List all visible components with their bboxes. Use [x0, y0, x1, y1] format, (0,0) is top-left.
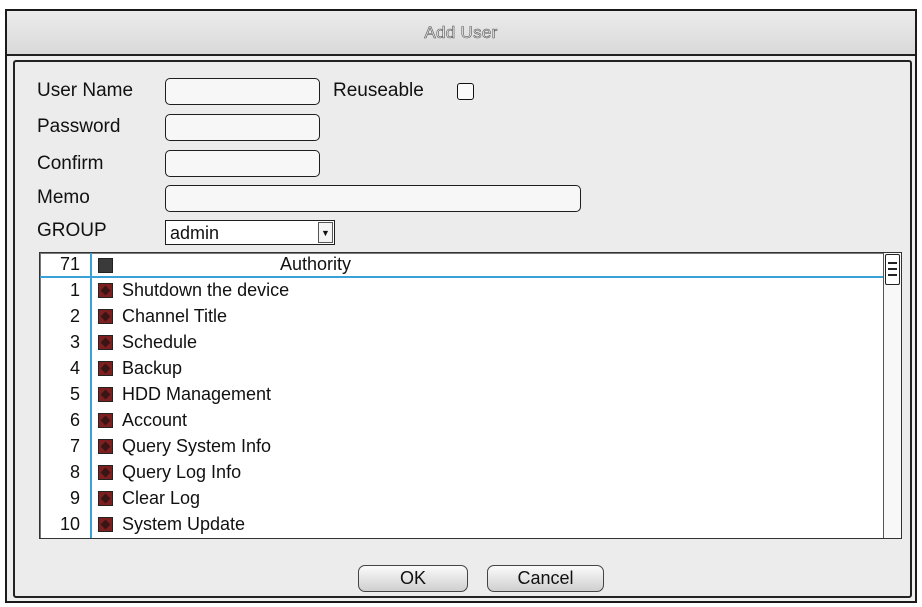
authority-label: Channel Title [122, 306, 228, 326]
scrollbar-thumb[interactable] [885, 254, 900, 285]
list-item[interactable]: 3 Schedule [40, 329, 884, 355]
group-select[interactable]: admin ▼ [165, 220, 335, 245]
list-item[interactable]: 5 HDD Management [40, 381, 884, 407]
row-number: 5 [69, 384, 80, 404]
authority-checkbox[interactable] [98, 361, 113, 376]
row-number: 1 [69, 280, 80, 300]
dialog-title: Add User [7, 11, 915, 56]
authority-column-header: Authority [280, 254, 352, 274]
row-number: 10 [59, 514, 80, 534]
authority-label: Account [122, 410, 188, 430]
user-name-label: User Name [37, 80, 134, 101]
list-item[interactable]: 1 Shutdown the device [40, 277, 884, 303]
list-item[interactable]: 4 Backup [40, 355, 884, 381]
authority-checkbox[interactable] [98, 439, 113, 454]
authority-label: Query Log Info [122, 462, 242, 482]
list-item[interactable]: 9 Clear Log [40, 485, 884, 511]
confirm-password-input[interactable] [165, 150, 320, 177]
reuseable-label: Reuseable [333, 80, 424, 101]
authority-checkbox[interactable] [98, 491, 113, 506]
authority-list-header: 71 Authority [40, 253, 884, 278]
authority-checkbox[interactable] [98, 309, 113, 324]
memo-label: Memo [37, 187, 90, 208]
add-user-dialog: Add User User Name Reuseable Password Co… [5, 9, 917, 603]
chevron-down-icon[interactable]: ▼ [318, 222, 333, 243]
authority-label: Query System Info [122, 436, 272, 456]
authority-checkbox[interactable] [98, 335, 113, 350]
group-label: GROUP [37, 220, 107, 241]
list-item[interactable]: 7 Query System Info [40, 433, 884, 459]
authority-label: System Update [122, 514, 246, 534]
row-number: 9 [69, 488, 80, 508]
list-item[interactable]: 10 System Update [40, 511, 884, 537]
authority-label: Clear Log [122, 488, 201, 508]
dialog-body: User Name Reuseable Password Confirm Mem… [13, 60, 912, 598]
row-number: 6 [69, 410, 80, 430]
list-item[interactable]: 2 Channel Title [40, 303, 884, 329]
authority-checkbox[interactable] [98, 413, 113, 428]
authority-label: Backup [122, 358, 183, 378]
memo-input[interactable] [165, 185, 581, 212]
authority-label: HDD Management [122, 384, 272, 404]
authority-label: Schedule [122, 332, 198, 352]
list-item[interactable]: 8 Query Log Info [40, 459, 884, 485]
row-number: 3 [69, 332, 80, 352]
row-number: 4 [69, 358, 80, 378]
authority-count: 71 [59, 254, 80, 274]
authority-checkbox[interactable] [98, 283, 113, 298]
password-label: Password [37, 116, 121, 137]
list-item[interactable]: 6 Account [40, 407, 884, 433]
select-all-checkbox[interactable] [98, 258, 113, 273]
authority-list: 71 Authority 1 Shutdown the device 2 Cha… [39, 252, 902, 539]
user-name-input[interactable] [165, 78, 320, 105]
cancel-button[interactable]: Cancel [487, 565, 604, 592]
password-input[interactable] [165, 114, 320, 141]
row-number: 7 [69, 436, 80, 456]
confirm-label: Confirm [37, 153, 104, 174]
authority-label: Shutdown the device [122, 280, 290, 300]
row-number: 8 [69, 462, 80, 482]
reuseable-checkbox[interactable] [457, 83, 474, 100]
authority-checkbox[interactable] [98, 465, 113, 480]
ok-button[interactable]: OK [358, 565, 468, 592]
list-scrollbar[interactable] [883, 253, 901, 538]
authority-checkbox[interactable] [98, 387, 113, 402]
group-selected-value: admin [170, 223, 220, 243]
row-number: 2 [69, 306, 80, 326]
authority-checkbox[interactable] [98, 517, 113, 532]
